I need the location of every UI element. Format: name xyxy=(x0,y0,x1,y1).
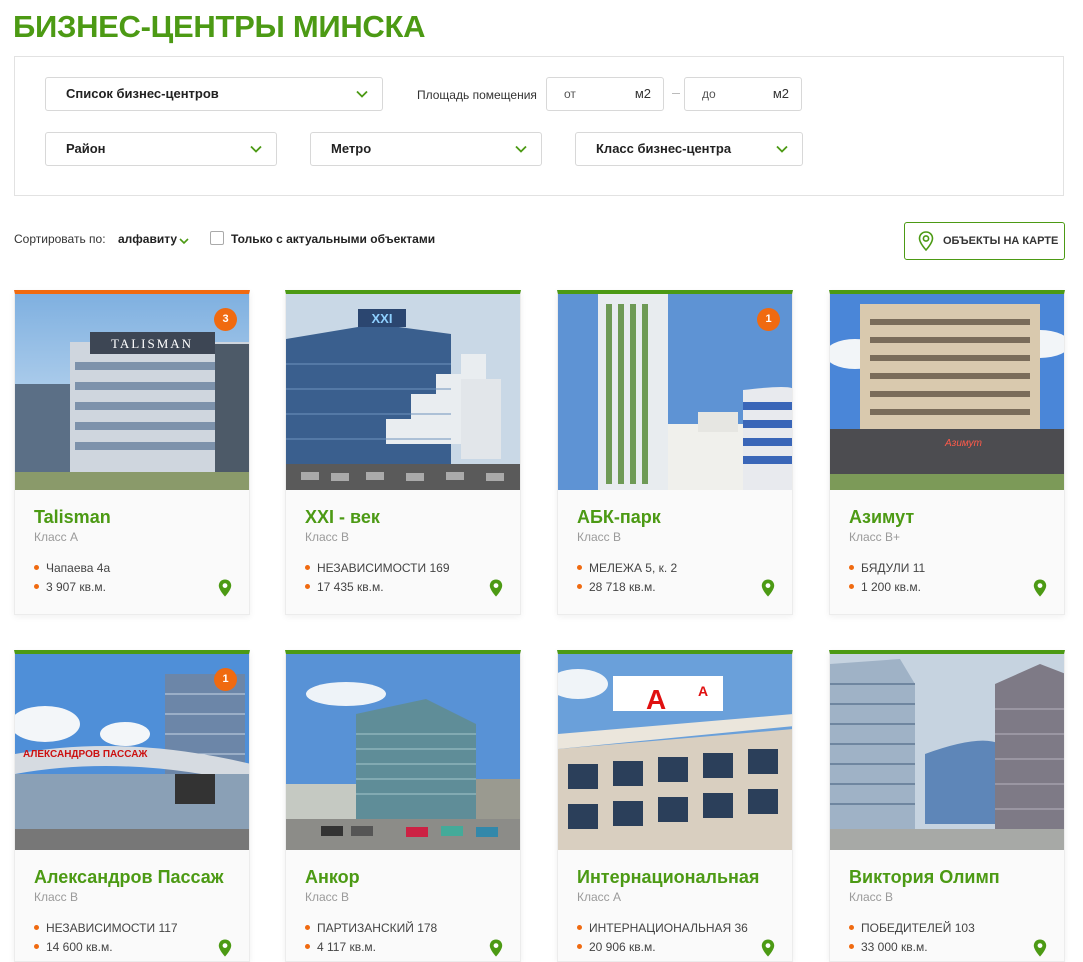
building-photo[interactable]: A A xyxy=(558,654,792,850)
class-label: Класс бизнес-центра xyxy=(596,141,732,156)
map-pin-icon[interactable] xyxy=(218,579,232,597)
card-address: НЕЗАВИСИМОСТИ 117 xyxy=(34,921,178,935)
map-pin-icon[interactable] xyxy=(489,579,503,597)
card-class: Класс В xyxy=(34,890,79,904)
chevron-down-icon xyxy=(776,145,788,153)
map-pin-icon[interactable] xyxy=(761,579,775,597)
card-class: Класс В+ xyxy=(849,530,901,544)
area-to-input[interactable] xyxy=(700,78,764,110)
svg-text:TALISMAN: TALISMAN xyxy=(111,336,193,351)
card-class: Класс А xyxy=(577,890,622,904)
svg-text:A: A xyxy=(646,684,666,715)
card-area: 33 000 кв.м. xyxy=(849,940,928,954)
card-class: Класс В xyxy=(305,530,350,544)
card-title[interactable]: Александров Пассаж xyxy=(34,867,224,888)
chevron-down-icon[interactable] xyxy=(179,236,189,246)
business-center-card[interactable]: Азимут Азимут Класс В+ БЯДУЛИ 11 1 200 к… xyxy=(829,290,1065,615)
card-area: 20 906 кв.м. xyxy=(577,940,656,954)
map-pin-icon[interactable] xyxy=(489,939,503,957)
business-center-card[interactable]: A A Интернациональная Класс А ИНТЕРНАЦИО… xyxy=(557,650,793,962)
business-center-card[interactable]: Виктория Олимп Класс В ПОБЕДИТЕЛЕЙ 103 3… xyxy=(829,650,1065,962)
map-pin-icon xyxy=(918,231,934,251)
area-to-field: м2 xyxy=(684,77,802,111)
card-title[interactable]: Интернациональная xyxy=(577,867,759,888)
business-center-card[interactable]: TALISMAN 3 Talisman Класс А Чапаева 4а 3… xyxy=(14,290,250,615)
metro-label: Метро xyxy=(331,141,372,156)
building-photo[interactable] xyxy=(286,654,520,850)
card-title[interactable]: Виктория Олимп xyxy=(849,867,1000,888)
svg-text:A: A xyxy=(698,683,708,699)
building-photo[interactable]: Азимут xyxy=(830,294,1064,490)
sort-bar: Сортировать по: алфавиту Только с актуал… xyxy=(14,231,435,246)
card-title[interactable]: XXI - век xyxy=(305,507,380,528)
card-address: МЕЛЕЖА 5, к. 2 xyxy=(577,561,677,575)
sort-dropdown[interactable]: алфавиту xyxy=(118,232,177,246)
card-class: Класс В xyxy=(305,890,350,904)
map-pin-icon[interactable] xyxy=(1033,579,1047,597)
card-address: БЯДУЛИ 11 xyxy=(849,561,925,575)
district-select[interactable]: Район xyxy=(45,132,277,166)
svg-text:АЛЕКСАНДРОВ ПАССАЖ: АЛЕКСАНДРОВ ПАССАЖ xyxy=(23,749,148,760)
card-class: Класс В xyxy=(577,530,622,544)
only-actual-checkbox[interactable] xyxy=(210,231,224,245)
business-center-card[interactable]: 1 АБК-парк Класс В МЕЛЕЖА 5, к. 2 28 718… xyxy=(557,290,793,615)
filter-panel: Список бизнес-центров Площадь помещения … xyxy=(14,56,1064,196)
area-label: Площадь помещения xyxy=(417,88,537,102)
chevron-down-icon xyxy=(356,90,368,98)
card-class: Класс А xyxy=(34,530,79,544)
range-dash xyxy=(672,93,680,94)
card-area: 3 907 кв.м. xyxy=(34,580,106,594)
card-address: ПОБЕДИТЕЛЕЙ 103 xyxy=(849,921,975,935)
area-from-unit: м2 xyxy=(634,86,651,101)
card-area: 14 600 кв.м. xyxy=(34,940,113,954)
business-center-card[interactable]: Анкор Класс В ПАРТИЗАНСКИЙ 178 4 117 кв.… xyxy=(285,650,521,962)
business-center-list-label: Список бизнес-центров xyxy=(66,86,219,101)
area-to-unit: м2 xyxy=(772,86,789,101)
offers-count-badge: 1 xyxy=(757,308,780,331)
class-select[interactable]: Класс бизнес-центра xyxy=(575,132,803,166)
page-title: БИЗНЕС-ЦЕНТРЫ МИНСКА xyxy=(13,9,426,44)
business-center-list-select[interactable]: Список бизнес-центров xyxy=(45,77,383,111)
svg-text:Азимут: Азимут xyxy=(944,438,982,449)
card-address: НЕЗАВИСИМОСТИ 169 xyxy=(305,561,450,575)
card-area: 17 435 кв.м. xyxy=(305,580,384,594)
metro-select[interactable]: Метро xyxy=(310,132,542,166)
card-title[interactable]: Анкор xyxy=(305,867,360,888)
business-center-card[interactable]: АЛЕКСАНДРОВ ПАССАЖ 1 Александров Пассаж … xyxy=(14,650,250,962)
card-title[interactable]: Азимут xyxy=(849,507,914,528)
card-address: ПАРТИЗАНСКИЙ 178 xyxy=(305,921,437,935)
sort-label: Сортировать по: xyxy=(14,232,106,246)
card-address: Чапаева 4а xyxy=(34,561,110,575)
card-address: ИНТЕРНАЦИОНАЛЬНАЯ 36 xyxy=(577,921,748,935)
card-class: Класс В xyxy=(849,890,894,904)
offers-count-badge: 3 xyxy=(214,308,237,331)
card-area: 1 200 кв.м. xyxy=(849,580,921,594)
map-pin-icon[interactable] xyxy=(1033,939,1047,957)
building-photo[interactable] xyxy=(830,654,1064,850)
building-photo[interactable]: XXI xyxy=(286,294,520,490)
map-pin-icon[interactable] xyxy=(218,939,232,957)
map-pin-icon[interactable] xyxy=(761,939,775,957)
only-actual-label[interactable]: Только с актуальными объектами xyxy=(231,232,435,246)
chevron-down-icon xyxy=(250,145,262,153)
svg-text:XXI: XXI xyxy=(372,311,393,326)
card-area: 4 117 кв.м. xyxy=(305,940,376,954)
card-area: 28 718 кв.м. xyxy=(577,580,656,594)
map-objects-label: ОБЪЕКТЫ НА КАРТЕ xyxy=(943,235,1059,247)
area-from-input[interactable] xyxy=(562,78,626,110)
area-from-field: м2 xyxy=(546,77,664,111)
chevron-down-icon xyxy=(515,145,527,153)
offers-count-badge: 1 xyxy=(214,668,237,691)
map-objects-button[interactable]: ОБЪЕКТЫ НА КАРТЕ xyxy=(904,222,1065,260)
business-center-card[interactable]: XXI XXI - век Класс В НЕЗАВИСИМОСТИ 169 … xyxy=(285,290,521,615)
card-title[interactable]: АБК-парк xyxy=(577,507,661,528)
district-label: Район xyxy=(66,141,106,156)
card-title[interactable]: Talisman xyxy=(34,507,111,528)
